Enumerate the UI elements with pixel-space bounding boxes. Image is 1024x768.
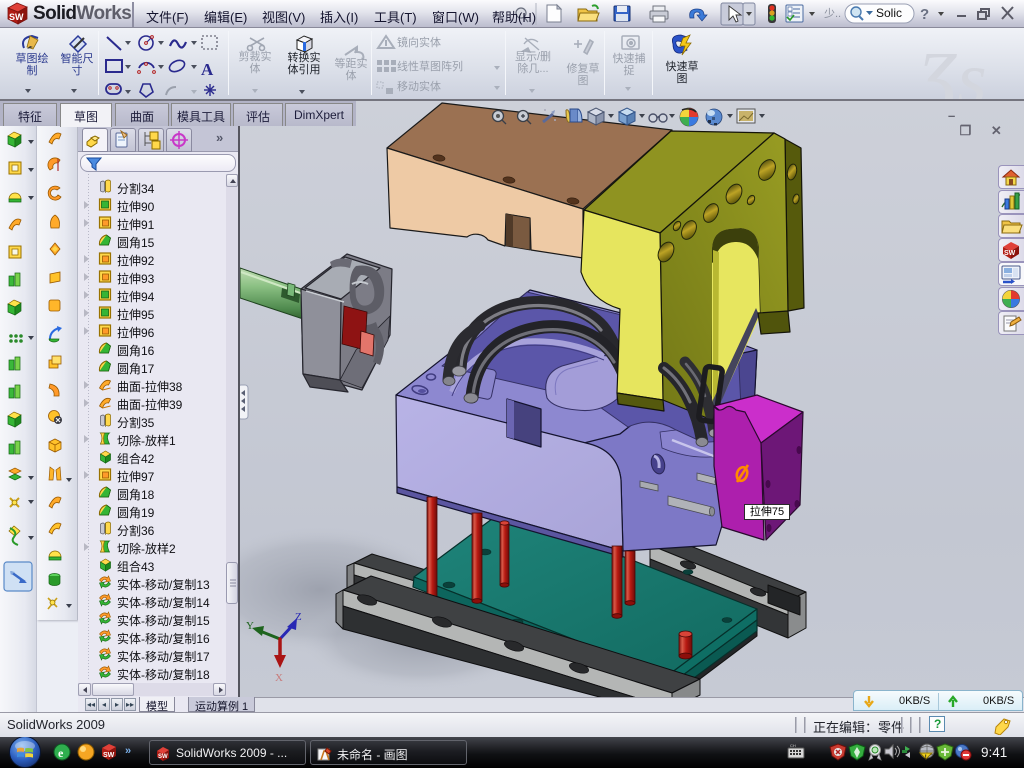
- svg-text:SW: SW: [103, 752, 115, 759]
- svg-text:CH: CH: [790, 743, 796, 748]
- svg-text:A: A: [201, 60, 214, 79]
- svg-text:Y: Y: [246, 620, 254, 632]
- svg-text:SW: SW: [1004, 250, 1016, 257]
- svg-text:SW: SW: [158, 754, 168, 760]
- svg-text:!: !: [925, 754, 927, 761]
- svg-text:X: X: [275, 672, 283, 684]
- svg-text:Solic: Solic: [876, 6, 902, 20]
- svg-text:SW: SW: [9, 12, 24, 22]
- svg-text:少..: 少..: [824, 7, 841, 20]
- svg-text:Z: Z: [295, 611, 302, 623]
- svg-text:»: »: [125, 745, 131, 757]
- svg-text:Ʒs: Ʒs: [912, 37, 987, 99]
- svg-text:9:41: 9:41: [981, 745, 1007, 760]
- svg-text:?: ?: [920, 6, 929, 23]
- svg-text:e: e: [58, 746, 64, 760]
